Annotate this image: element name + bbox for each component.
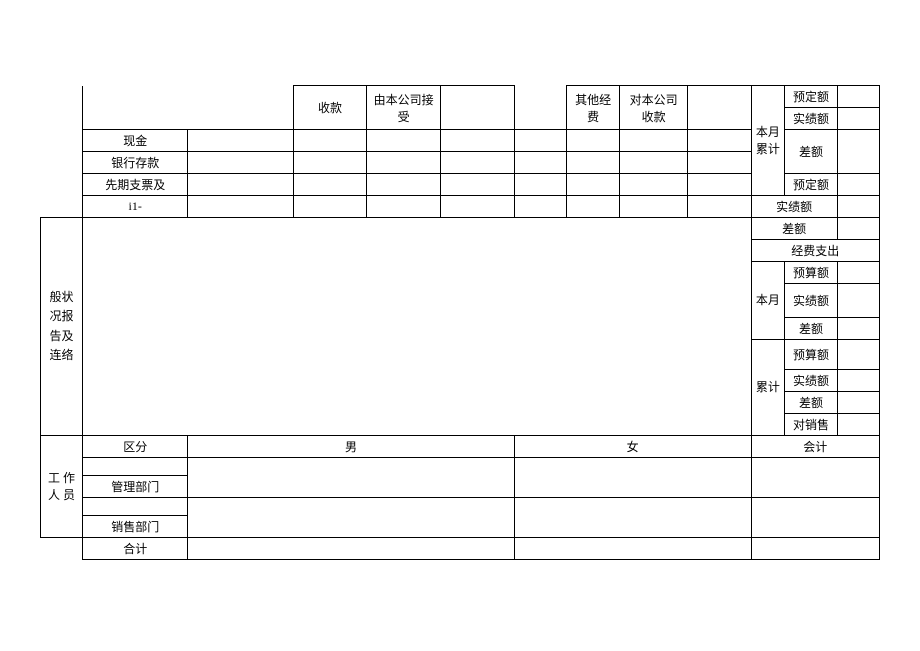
cell — [188, 152, 293, 174]
cell — [837, 86, 879, 108]
vs-sales-label: 对销售 — [785, 414, 838, 436]
status-report-label: 般状况报告及连络 — [41, 218, 83, 436]
cell — [441, 86, 515, 130]
cell — [441, 174, 515, 196]
cell — [837, 370, 879, 392]
spacer — [83, 86, 294, 130]
cell — [751, 538, 879, 560]
cell — [619, 196, 687, 218]
form-document: 收款 由本公司接受 其他经费 对本公司收款 本月累计 预定额 实绩额 现金 差额… — [0, 0, 920, 651]
cell — [514, 152, 567, 174]
cell — [688, 174, 751, 196]
row-prior: 先期支票及 — [83, 174, 188, 196]
cell — [293, 196, 367, 218]
cell — [837, 318, 879, 340]
male-label: 男 — [188, 436, 514, 458]
cell — [751, 458, 879, 498]
cell — [567, 196, 620, 218]
cell — [83, 498, 188, 516]
diff-label: 差额 — [751, 218, 837, 240]
cell — [188, 538, 514, 560]
cell — [688, 86, 751, 130]
cell — [567, 152, 620, 174]
sales-dept-label: 销售部门 — [83, 516, 188, 538]
cell — [837, 284, 879, 318]
spacer — [514, 86, 567, 130]
cell — [514, 498, 751, 538]
cell — [688, 130, 751, 152]
cell — [567, 174, 620, 196]
actual-label: 实绩额 — [785, 108, 838, 130]
cell — [514, 174, 567, 196]
cell — [688, 196, 751, 218]
diff-label: 差额 — [785, 318, 838, 340]
cell — [441, 196, 515, 218]
cell — [293, 174, 367, 196]
cell — [837, 262, 879, 284]
col-receipt: 收款 — [293, 86, 367, 130]
cell — [619, 130, 687, 152]
cell — [188, 498, 514, 538]
cell — [837, 414, 879, 436]
cell — [619, 152, 687, 174]
planned-label: 预定额 — [785, 86, 838, 108]
cell — [837, 340, 879, 370]
actual-label: 实绩额 — [785, 370, 838, 392]
diff-label: 差额 — [785, 392, 838, 414]
cell — [837, 392, 879, 414]
cell — [837, 196, 879, 218]
cell — [837, 174, 879, 196]
cell — [514, 538, 751, 560]
cumulative-label: 累计 — [751, 340, 785, 436]
cell — [751, 498, 879, 538]
cell — [837, 130, 879, 174]
female-label: 女 — [514, 436, 751, 458]
cell — [514, 458, 751, 498]
cell — [567, 130, 620, 152]
cell — [188, 130, 293, 152]
this-month-total-label: 本月累计 — [751, 86, 785, 196]
mgmt-label: 管理部门 — [83, 476, 188, 498]
cell — [367, 152, 441, 174]
cell — [367, 130, 441, 152]
actual-label: 实绩额 — [785, 284, 838, 318]
cell — [188, 174, 293, 196]
cell — [293, 152, 367, 174]
row-cash: 现金 — [83, 130, 188, 152]
cell — [514, 196, 567, 218]
cell — [367, 196, 441, 218]
cell — [837, 108, 879, 130]
total-label: 合计 — [83, 538, 188, 560]
cell — [441, 130, 515, 152]
spacer — [41, 538, 83, 560]
cell — [514, 130, 567, 152]
col-company-accept: 由本公司接受 — [367, 86, 441, 130]
budget-label: 预算额 — [785, 340, 838, 370]
row-bank: 银行存款 — [83, 152, 188, 174]
main-table: 收款 由本公司接受 其他经费 对本公司收款 本月累计 预定额 实绩额 现金 差额… — [40, 85, 880, 560]
expense-out-label: 经费支出 — [751, 240, 879, 262]
category-label: 区分 — [83, 436, 188, 458]
cell — [837, 218, 879, 240]
cell — [441, 152, 515, 174]
cell — [688, 152, 751, 174]
cell — [293, 130, 367, 152]
cell — [83, 458, 188, 476]
diff-label: 差额 — [785, 130, 838, 174]
budget-label: 预算额 — [785, 262, 838, 284]
col-other-expense: 其他经费 — [567, 86, 620, 130]
cell — [188, 458, 514, 498]
cell — [619, 174, 687, 196]
cell — [367, 174, 441, 196]
row-i1: i1- — [83, 196, 188, 218]
accounting-label: 会计 — [751, 436, 879, 458]
planned-label: 预定额 — [785, 174, 838, 196]
col-company-receipt: 对本公司收款 — [619, 86, 687, 130]
cell — [188, 196, 293, 218]
status-report-area — [83, 218, 751, 436]
staff-label: 工 作人 员 — [41, 436, 83, 538]
actual-label: 实绩额 — [751, 196, 837, 218]
spacer — [41, 86, 83, 218]
this-month-label: 本月 — [751, 262, 785, 340]
